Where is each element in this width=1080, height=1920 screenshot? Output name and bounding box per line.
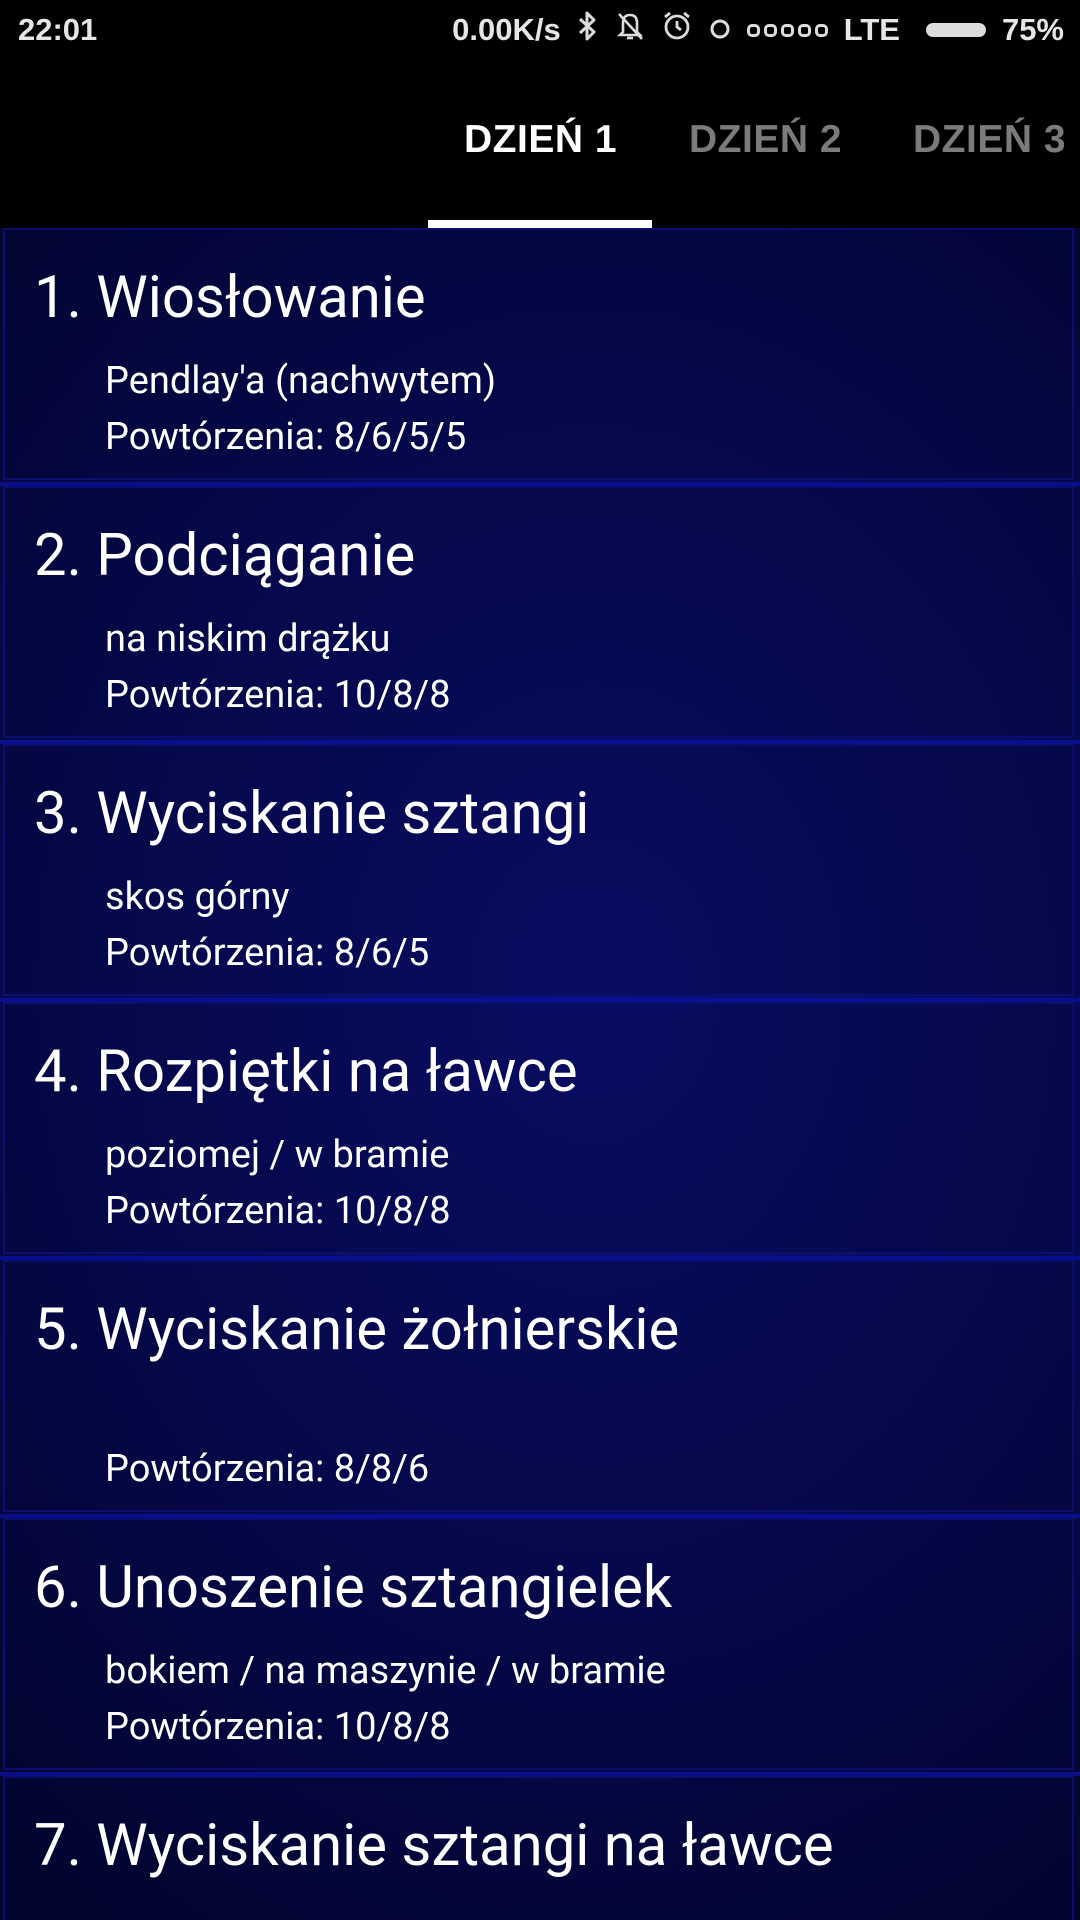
exercise-card[interactable]: 3. Wyciskanie sztangi skos górny Powtórz… [3, 744, 1074, 996]
bell-off-icon [615, 10, 645, 50]
signal-icon [746, 23, 828, 37]
exercise-reps: Powtórzenia: 10/8/8 [105, 1189, 451, 1233]
battery-icon [925, 23, 986, 37]
exercise-title: 4. Rozpiętki na ławce [34, 1038, 578, 1106]
exercise-title: 3. Wyciskanie sztangi [34, 780, 590, 848]
network-speed: 0.00K/s [452, 12, 561, 47]
network-type: LTE [843, 12, 900, 47]
bluetooth-icon [577, 10, 599, 50]
exercise-title: 2. Podciąganie [34, 522, 416, 590]
exercise-title: 5. Wyciskanie żołnierskie [34, 1296, 680, 1364]
tab-indicator [428, 220, 652, 228]
exercise-subtitle: bokiem / na maszynie / w bramie [105, 1649, 666, 1693]
exercise-subtitle: Pendlay'a (nachwytem) [105, 359, 497, 403]
tab-bar: DZIEŃ 1 DZIEŃ 2 DZIEŃ 3 [0, 62, 1080, 228]
exercise-subtitle: poziomej / w bramie [105, 1133, 450, 1177]
exercise-reps: Powtórzenia: 10/8/8 [105, 1705, 451, 1749]
exercise-card[interactable]: 6. Unoszenie sztangielek bokiem / na mas… [3, 1518, 1074, 1770]
exercise-title: 7. Wyciskanie sztangi na ławce [34, 1812, 834, 1880]
exercise-reps: Powtórzenia: 10/8/8 [105, 673, 451, 717]
exercise-title: 1. Wiosłowanie [34, 264, 426, 332]
exercise-card[interactable]: 7. Wyciskanie sztangi na ławce [3, 1776, 1074, 1920]
exercise-reps: Powtórzenia: 8/6/5 [105, 931, 430, 975]
exercise-card[interactable]: 2. Podciąganie na niskim drążku Powtórze… [3, 486, 1074, 738]
exercise-card[interactable]: 5. Wyciskanie żołnierskie Powtórzenia: 8… [3, 1260, 1074, 1512]
exercise-card[interactable]: 4. Rozpiętki na ławce poziomej / w brami… [3, 1002, 1074, 1254]
status-time: 22:01 [18, 12, 98, 47]
exercise-title: 6. Unoszenie sztangielek [34, 1554, 673, 1622]
exercise-list[interactable]: 1. Wiosłowanie Pendlay'a (nachwytem) Pow… [0, 228, 1080, 1920]
tab-day-1[interactable]: DZIEŃ 1 [464, 118, 617, 162]
circle-icon [709, 12, 731, 48]
alarm-icon [661, 10, 693, 50]
exercise-reps: Powtórzenia: 8/6/5/5 [105, 415, 467, 459]
tab-day-3[interactable]: DZIEŃ 3 [913, 118, 1066, 162]
tab-day-2[interactable]: DZIEŃ 2 [689, 118, 842, 162]
exercise-card[interactable]: 1. Wiosłowanie Pendlay'a (nachwytem) Pow… [3, 228, 1074, 480]
exercise-subtitle: na niskim drążku [105, 617, 391, 661]
battery-level: 75% [1001, 12, 1064, 47]
exercise-reps: Powtórzenia: 8/8/6 [105, 1447, 430, 1491]
status-bar: 22:01 0.00K/s LTE 75% [0, 0, 1080, 62]
exercise-subtitle: skos górny [105, 875, 290, 919]
status-right: 0.00K/s LTE 75% [452, 10, 1064, 50]
